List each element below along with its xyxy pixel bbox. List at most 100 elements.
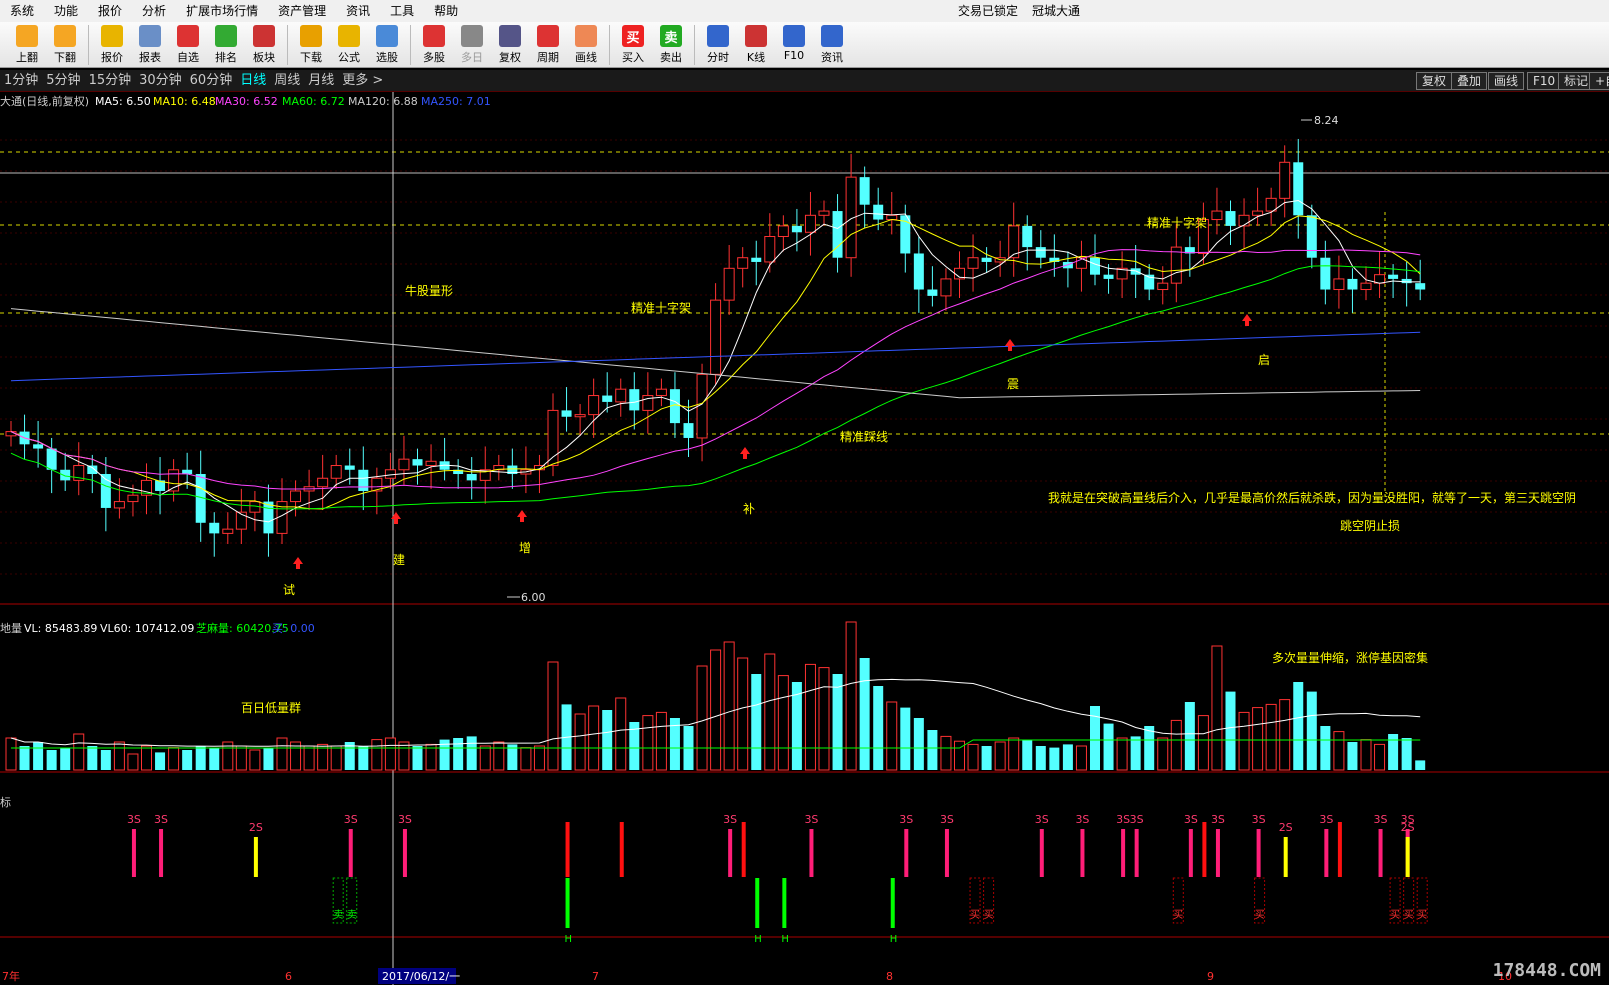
toolbar-button-intraday[interactable]: 分时 — [699, 22, 737, 68]
period-tab-7[interactable]: 月线 — [304, 70, 338, 92]
volume-bar-96 — [1306, 691, 1317, 770]
buy-arrow-icon — [1242, 314, 1252, 326]
candle-body-down — [561, 410, 572, 417]
candle-68 — [927, 266, 938, 307]
toolbar-button-label: 周期 — [537, 51, 559, 64]
candle-body-up — [330, 465, 342, 479]
menu-tools[interactable]: 工具 — [380, 0, 424, 22]
toolbar-button-restore-right[interactable]: 复权 — [491, 22, 529, 68]
signal-bar-3s — [1324, 829, 1329, 877]
trade-status: 交易已锁定 — [958, 4, 1019, 18]
toolbar-button-f8[interactable]: 周期 — [529, 22, 567, 68]
period-right-button-0[interactable]: 复权 — [1416, 72, 1453, 90]
toolbar-button-yen[interactable]: 报价 — [93, 22, 131, 68]
volume-bar-94 — [1279, 699, 1291, 771]
menu-function[interactable]: 功能 — [44, 0, 88, 22]
toolbar-button-arrow-down[interactable]: 下翻 — [46, 22, 84, 68]
signal-label-buy: 买 — [1417, 909, 1427, 921]
candle-48 — [655, 378, 667, 407]
candle-71 — [967, 234, 979, 292]
period-tab-1[interactable]: 5分钟 — [42, 70, 84, 92]
signal-label-3s: 3S — [1374, 813, 1388, 826]
volume-bar-93 — [1265, 703, 1277, 771]
menu-analysis[interactable]: 分析 — [132, 0, 176, 22]
candle-24 — [330, 454, 342, 489]
volume-bar-47 — [642, 715, 654, 771]
toolbar-button-draw-line[interactable]: 画线 — [567, 22, 605, 68]
toolbar-button-f6[interactable]: 自选 — [169, 22, 207, 68]
toolbar-button-download[interactable]: 下载 — [292, 22, 330, 68]
toolbar-separator — [609, 25, 610, 65]
volume-bar-36 — [493, 741, 505, 771]
period-tab-2[interactable]: 15分钟 — [85, 70, 136, 92]
toolbar-button-buy[interactable]: 买买入 — [614, 22, 652, 68]
candle-92 — [1252, 187, 1264, 226]
candle-body-up — [1157, 282, 1169, 291]
candle-2 — [33, 420, 44, 468]
toolbar-button-label: 多股 — [423, 51, 445, 64]
arrow-down-icon — [54, 25, 76, 47]
menu-news[interactable]: 资讯 — [336, 0, 380, 22]
volume-bar-78 — [1062, 744, 1073, 770]
signal-bar-3s — [402, 829, 407, 877]
period-tab-8[interactable]: 更多 > — [338, 70, 387, 92]
annotation-qi: 启 — [1258, 353, 1270, 367]
toolbar-button-arrow-up[interactable]: 上翻 — [8, 22, 46, 68]
toolbar-button-f10[interactable]: F10 — [775, 22, 813, 68]
signal-bar-green — [890, 878, 895, 928]
toolbar-button-report[interactable]: 报表 — [131, 22, 169, 68]
signal-bar-3s — [944, 829, 949, 877]
volume-bar-85 — [1157, 737, 1169, 771]
multi-day-icon — [461, 25, 483, 47]
toolbar-button-kline[interactable]: K线 — [737, 22, 775, 68]
kline-chart[interactable]: 3S 3S 3S 3S 3S 3S 3S 3S 3S 3S 3S 3S 3S 3S 3S 3S 3S 3S2S 2S… — [0, 92, 1609, 985]
annotation-jingzhun2: 精准十字架 — [1147, 215, 1207, 230]
candle-69 — [940, 268, 952, 311]
candle-10 — [141, 463, 152, 515]
toolbar-button-sell[interactable]: 卖卖出 — [652, 22, 690, 68]
candle-104 — [1415, 259, 1426, 301]
toolbar-button-multi-day[interactable]: 多日 — [453, 22, 491, 68]
menu-system[interactable]: 系统 — [0, 0, 44, 22]
toolbar-button-multi-stock[interactable]: 多股 — [415, 22, 453, 68]
signal-bar-3s — [131, 829, 136, 877]
low-price-label: 6.00 — [521, 591, 546, 604]
signal-label-2s: 2S — [1279, 821, 1293, 834]
menu-quote[interactable]: 报价 — [88, 0, 132, 22]
toolbar-button-formula[interactable]: 公式 — [330, 22, 368, 68]
signal-label-3s: 3S — [804, 813, 818, 826]
candle-body-up — [967, 257, 979, 269]
candle-body-down — [1225, 211, 1236, 226]
period-right-button-3[interactable]: F10 — [1527, 72, 1562, 90]
toolbar-button-news[interactable]: 资讯 — [813, 22, 851, 68]
toolbar-button-sector[interactable]: 板块 — [245, 22, 283, 68]
volume-bar-59 — [804, 663, 816, 771]
menu-help[interactable]: 帮助 — [424, 0, 468, 22]
signal-bar-3s — [1121, 829, 1126, 877]
volume-bar-39 — [533, 745, 545, 771]
candle-body-down — [358, 469, 369, 491]
menu-extended-market[interactable]: 扩展市场行情 — [176, 0, 268, 22]
toolbar-button-rank[interactable]: 排名 — [207, 22, 245, 68]
volume-bar-51 — [696, 665, 708, 771]
annotation-zhen: 震 — [1007, 377, 1019, 391]
period-tab-4[interactable]: 60分钟 — [186, 70, 237, 92]
period-tab-0[interactable]: 1分钟 — [0, 70, 42, 92]
volume-bar-77 — [1049, 747, 1060, 770]
menu-asset-management[interactable]: 资产管理 — [268, 0, 336, 22]
period-tab-6[interactable]: 周线 — [270, 70, 304, 92]
period-right-button-2[interactable]: 画线 — [1488, 72, 1525, 90]
volume-bar-102 — [1388, 734, 1399, 770]
period-tab-5[interactable]: 日线 — [236, 70, 270, 92]
signal-label-h: H — [890, 934, 898, 945]
period-tab-3[interactable]: 30分钟 — [135, 70, 186, 92]
toolbar-button-pick-stock[interactable]: 选股 — [368, 22, 406, 68]
candle-body-down — [33, 444, 44, 449]
candle-body-up — [588, 395, 600, 416]
signal-label-buy: 买 — [1255, 909, 1265, 921]
period-right-button-5[interactable]: +自 — [1589, 72, 1609, 90]
f6-icon — [177, 25, 199, 47]
candle-body-down — [602, 395, 613, 402]
signal-bar-3s — [1256, 829, 1261, 877]
period-right-button-1[interactable]: 叠加 — [1451, 72, 1488, 90]
